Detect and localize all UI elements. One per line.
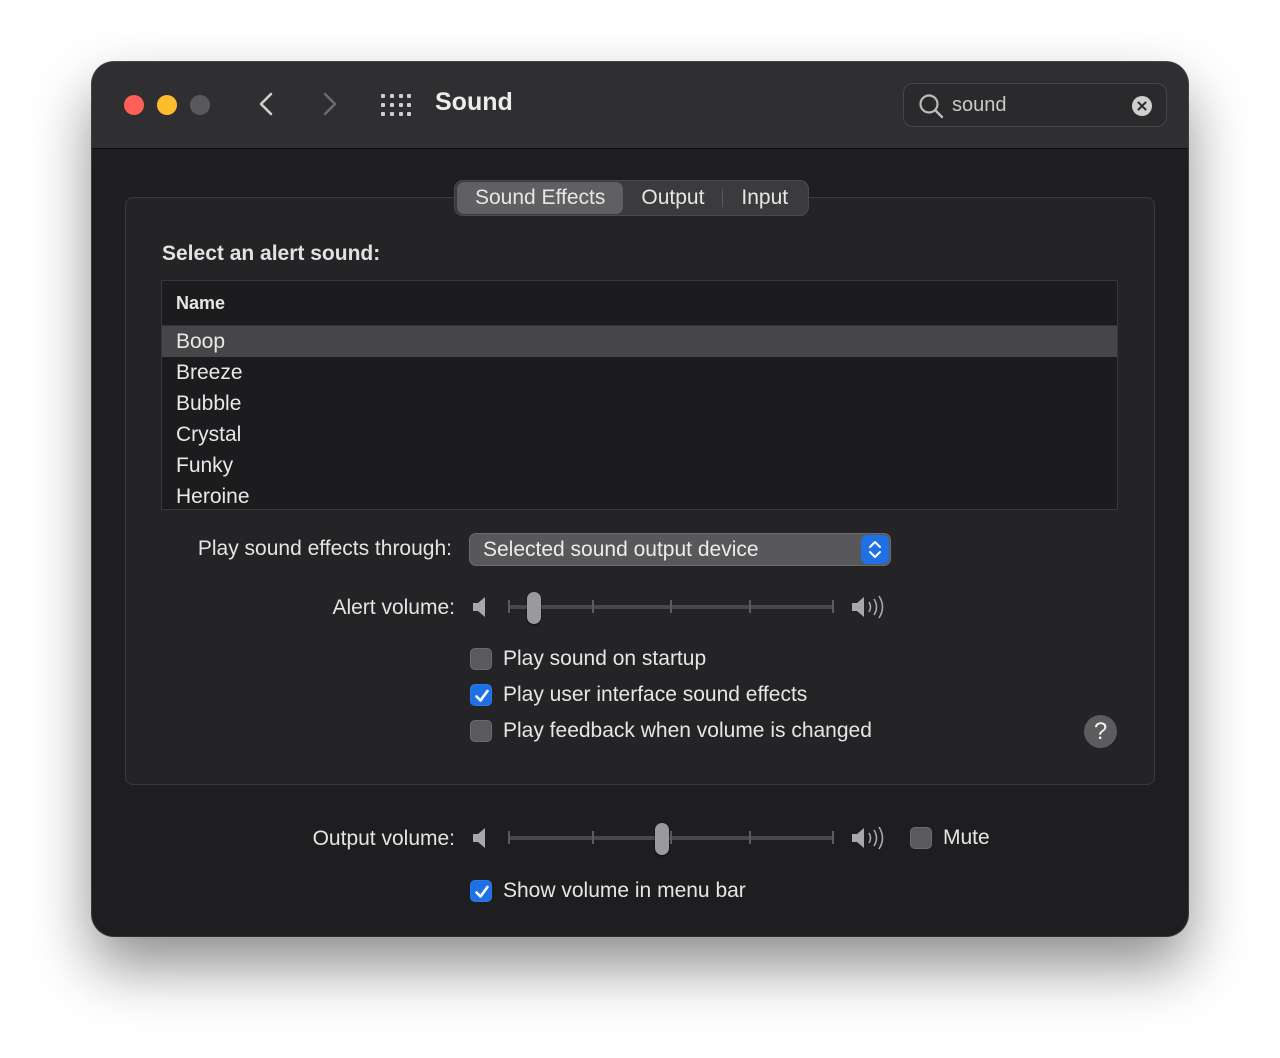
slider-tick — [508, 831, 510, 844]
output-volume-label: Output volume: — [312, 827, 455, 850]
ui-sound-effects-option[interactable]: Play user interface sound effects — [470, 682, 807, 708]
speaker-high-icon — [852, 826, 884, 850]
speaker-high-icon — [852, 595, 884, 619]
chevron-right-icon — [323, 92, 337, 116]
menu-bar-volume-option[interactable]: Show volume in menu bar — [470, 878, 746, 904]
close-icon — [1137, 101, 1147, 111]
search-icon — [919, 94, 944, 119]
slider-tick — [592, 600, 594, 613]
ui-sound-effects-checkbox[interactable] — [470, 684, 492, 706]
list-item[interactable]: Bubble — [162, 388, 1117, 419]
checkmark-icon — [475, 885, 489, 898]
alert-volume-label: Alert volume: — [332, 596, 455, 619]
tab-bar: Sound Effects Output Input — [454, 180, 810, 216]
sound-preferences-window: Sound Sound Effects Output Input Select … — [92, 62, 1188, 936]
minimize-button[interactable] — [157, 95, 177, 115]
mute-label: Mute — [943, 826, 990, 849]
tab-sound-effects[interactable]: Sound Effects — [457, 182, 624, 214]
back-button[interactable] — [252, 89, 282, 119]
slider-tick — [670, 600, 672, 613]
mute-option[interactable]: Mute — [910, 825, 990, 851]
forward-button[interactable] — [314, 89, 344, 119]
tab-input[interactable]: Input — [723, 182, 806, 214]
chevron-left-icon — [259, 92, 273, 116]
speaker-low-icon — [473, 597, 485, 617]
alert-sound-list[interactable]: Name Boop Breeze Bubble Crystal Funky He… — [161, 280, 1118, 510]
startup-sound-label: Play sound on startup — [503, 647, 707, 670]
list-item[interactable]: Heroine — [162, 481, 1117, 509]
volume-feedback-option[interactable]: Play feedback when volume is changed — [470, 718, 872, 744]
search-field[interactable] — [903, 83, 1167, 127]
search-input[interactable] — [952, 84, 1122, 126]
speaker-low-icon — [473, 828, 485, 848]
slider-tick — [832, 600, 834, 613]
startup-sound-option[interactable]: Play sound on startup — [470, 646, 706, 672]
close-button[interactable] — [124, 95, 144, 115]
slider-tick — [832, 831, 834, 844]
volume-feedback-label: Play feedback when volume is changed — [503, 719, 872, 742]
play-through-label: Play sound effects through: — [197, 537, 452, 560]
slider-tick — [670, 831, 672, 844]
menu-bar-volume-checkbox[interactable] — [470, 880, 492, 902]
window-title: Sound — [435, 88, 513, 116]
show-all-grid-icon[interactable] — [381, 94, 411, 116]
titlebar: Sound — [92, 62, 1188, 149]
clear-search-button[interactable] — [1132, 96, 1152, 116]
output-volume-slider[interactable] — [508, 823, 838, 855]
volume-feedback-checkbox[interactable] — [470, 720, 492, 742]
checkmark-icon — [475, 689, 489, 702]
slider-tick — [592, 831, 594, 844]
slider-tick — [508, 600, 510, 613]
select-arrows-icon — [861, 535, 889, 564]
alert-volume-slider[interactable] — [508, 592, 838, 624]
slider-tick — [749, 831, 751, 844]
menu-bar-volume-label: Show volume in menu bar — [503, 879, 746, 902]
list-item[interactable]: Boop — [162, 326, 1117, 357]
list-item[interactable]: Breeze — [162, 357, 1117, 388]
help-button[interactable]: ? — [1084, 715, 1117, 748]
startup-sound-checkbox[interactable] — [470, 648, 492, 670]
list-column-header[interactable]: Name — [162, 281, 1117, 326]
play-through-select[interactable]: Selected sound output device — [469, 533, 891, 566]
output-volume-thumb[interactable] — [655, 823, 669, 855]
play-through-value: Selected sound output device — [483, 538, 759, 561]
slider-tick — [749, 600, 751, 613]
list-item[interactable]: Crystal — [162, 419, 1117, 450]
tab-output[interactable]: Output — [623, 182, 722, 214]
mute-checkbox[interactable] — [910, 827, 932, 849]
alert-volume-thumb[interactable] — [527, 592, 541, 624]
zoom-button[interactable] — [190, 95, 210, 115]
list-item[interactable]: Funky — [162, 450, 1117, 481]
ui-sound-effects-label: Play user interface sound effects — [503, 683, 808, 706]
alert-sound-label: Select an alert sound: — [162, 242, 381, 265]
